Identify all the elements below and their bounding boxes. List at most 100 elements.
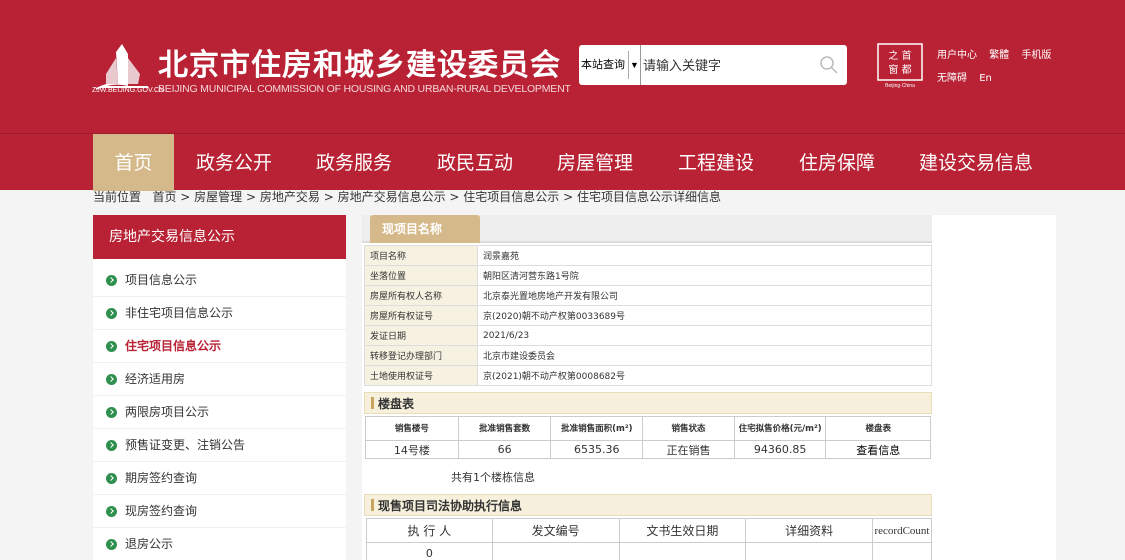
field-label: 房屋所有权人名称: [364, 285, 478, 306]
nav-item-housing-security[interactable]: 住房保障: [783, 134, 891, 191]
english-link[interactable]: En: [979, 73, 992, 84]
nav-item-government-affairs[interactable]: 政务公开: [180, 134, 288, 191]
column-header: 发文编号: [491, 518, 620, 543]
view-info-cell: 查看信息: [825, 440, 931, 459]
table-cell: [491, 542, 620, 560]
sale-status: 正在销售: [642, 440, 735, 459]
search-scope-label: 本站查询: [581, 59, 625, 71]
sidebar-menu: 项目信息公示 非住宅项目信息公示 住宅项目信息公示 经济适用房 两限房项目公示 …: [93, 259, 346, 560]
arrow-circle-icon: [106, 308, 117, 319]
nav-item-home[interactable]: 首页: [93, 134, 174, 191]
field-label: 转移登记办理部门: [364, 345, 478, 366]
table-row: 发证日期 2021/6/23: [364, 325, 932, 346]
search-input[interactable]: [643, 55, 813, 75]
sidebar-item-label: 项目信息公示: [125, 273, 198, 287]
table-row: 项目名称 润景嘉苑: [364, 245, 932, 266]
column-header: 文书生效日期: [618, 518, 747, 543]
breadcrumb-prefix: 当前位置: [93, 190, 142, 204]
main-content: 现项目名称 项目名称 润景嘉苑 坐落位置 朝阳区清河营东路1号院 房屋所有权人名称北…: [362, 215, 1056, 560]
approved-units: 66: [457, 440, 552, 459]
capital-window-logo-icon[interactable]: 之 首 窗 都 Beijing·China: [877, 43, 923, 89]
planned-price: 94360.85: [733, 440, 827, 459]
column-header: recordCount: [872, 518, 932, 543]
arrow-circle-icon: [106, 407, 117, 418]
table-row: 坐落位置 朝阳区清河营东路1号院: [364, 265, 932, 286]
breadcrumb-link[interactable]: 房地产交易: [260, 190, 320, 204]
project-info-table: 项目名称 润景嘉苑 坐落位置 朝阳区清河营东路1号院 房屋所有权人名称 北京泰光置地房…: [364, 245, 932, 386]
sidebar-item-label: 退房公示: [125, 537, 174, 551]
search-icon[interactable]: [819, 55, 839, 75]
column-header: 执 行 人: [366, 518, 493, 543]
approved-area: 6535.36: [550, 440, 644, 459]
breadcrumb: 当前位置 首页 > 房屋管理 > 房地产交易 > 房地产交易信息公示 > 住宅项…: [93, 190, 721, 204]
svg-text:Beijing·China: Beijing·China: [885, 83, 915, 89]
nav-item-housing-management[interactable]: 房屋管理: [541, 134, 649, 191]
breadcrumb-link[interactable]: 房屋管理: [194, 190, 242, 204]
table-row: 土地使用权证号 京(2021)朝不动产权第0008682号: [364, 365, 932, 386]
sidebar-item-price-limited[interactable]: 两限房项目公示: [93, 396, 346, 429]
main-nav: 首页 政务公开 政务服务 政民互动 房屋管理 工程建设 住房保障 建设交易信息: [0, 133, 1125, 191]
search-box: 本站查询 ▼: [579, 45, 847, 85]
site-header: ZJW.BEIJING.GOV.CN 北京市住房和城乡建设委员会 BEIJING…: [0, 0, 1125, 133]
sidebar-item-presale-change[interactable]: 预售证变更、注销公告: [93, 429, 346, 462]
building-count: 共有1个楼栋信息: [451, 471, 535, 484]
arrow-circle-icon: [106, 275, 117, 286]
arrow-circle-icon: [106, 539, 117, 550]
site-subtitle: BEIJING MUNICIPAL COMMISSION OF HOUSING …: [158, 83, 571, 95]
table-cell: [745, 542, 873, 560]
sidebar-item-label: 非住宅项目信息公示: [125, 306, 234, 320]
svg-text:窗 都: 窗 都: [888, 63, 911, 76]
sidebar-item-project-info[interactable]: 项目信息公示: [93, 264, 346, 297]
table-header-row: 销售楼号 批准销售套数 批准销售面积(m²) 销售状态 住宅拟售价格(元/m²)…: [365, 416, 931, 441]
building-list-heading: 楼盘表: [364, 392, 932, 414]
chevron-down-icon[interactable]: ▼: [628, 51, 640, 79]
traditional-chinese-link[interactable]: 繁體: [989, 50, 1009, 61]
field-value: 润景嘉苑: [477, 245, 932, 266]
field-value: 京(2021)朝不动产权第0008682号: [477, 365, 932, 386]
arrow-circle-icon: [106, 341, 117, 352]
sidebar-item-label: 预售证变更、注销公告: [125, 438, 246, 452]
table-row: 房屋所有权人名称 北京泰光置地房地产开发有限公司: [364, 285, 932, 306]
sidebar-item-presale-contract[interactable]: 期房签约查询: [93, 462, 346, 495]
view-info-link[interactable]: 查看信息: [856, 444, 900, 457]
sidebar-item-label: 现房签约查询: [125, 504, 198, 518]
search-scope-select[interactable]: 本站查询 ▼: [579, 45, 641, 85]
breadcrumb-link[interactable]: 房地产交易信息公示: [338, 190, 446, 204]
arrow-circle-icon: [106, 374, 117, 385]
building-number: 14号楼: [365, 440, 459, 459]
sidebar-item-sale-contract[interactable]: 现房签约查询: [93, 495, 346, 528]
sidebar-title: 房地产交易信息公示: [93, 215, 346, 259]
column-header: 楼盘表: [825, 416, 931, 441]
svg-text:之 首: 之 首: [888, 49, 911, 62]
accessibility-link[interactable]: 无障碍: [937, 73, 967, 84]
nav-item-construction[interactable]: 工程建设: [662, 134, 770, 191]
user-center-link[interactable]: 用户中心: [937, 50, 977, 61]
breadcrumb-link[interactable]: 住宅项目信息公示详细信息: [577, 190, 721, 204]
table-header-row: 执 行 人 发文编号 文书生效日期 详细资料 recordCount: [366, 518, 932, 543]
site-title[interactable]: 北京市住房和城乡建设委员会: [158, 40, 561, 84]
sidebar-item-label: 两限房项目公示: [125, 405, 210, 419]
breadcrumb-link[interactable]: 住宅项目信息公示: [463, 190, 559, 204]
mobile-version-link[interactable]: 手机版: [1021, 50, 1051, 61]
breadcrumb-link[interactable]: 首页: [152, 190, 176, 204]
field-label: 房屋所有权证号: [364, 305, 478, 326]
arrow-circle-icon: [106, 440, 117, 451]
sidebar-item-residential[interactable]: 住宅项目信息公示: [93, 330, 346, 363]
tab-project-name[interactable]: 现项目名称: [370, 215, 480, 243]
sidebar-item-label: 期房签约查询: [125, 471, 198, 485]
nav-item-interaction[interactable]: 政民互动: [421, 134, 529, 191]
column-header: 住宅拟售价格(元/m²): [733, 416, 827, 441]
sidebar-item-refund[interactable]: 退房公示: [93, 528, 346, 560]
judicial-table: 执 行 人 发文编号 文书生效日期 详细资料 recordCount 0: [366, 518, 932, 560]
nav-item-trade-info[interactable]: 建设交易信息: [903, 134, 1049, 191]
nav-item-government-services[interactable]: 政务服务: [300, 134, 408, 191]
field-value: 朝阳区清河营东路1号院: [477, 265, 932, 286]
sidebar-item-affordable-housing[interactable]: 经济适用房: [93, 363, 346, 396]
field-label: 坐落位置: [364, 265, 478, 286]
table-cell: 0: [366, 542, 493, 560]
field-value: 北京市建设委员会: [477, 345, 932, 366]
sidebar-item-non-residential[interactable]: 非住宅项目信息公示: [93, 297, 346, 330]
field-value: 北京泰光置地房地产开发有限公司: [477, 285, 932, 306]
field-value: 京(2020)朝不动产权第0033689号: [477, 305, 932, 326]
column-header: 批准销售面积(m²): [550, 416, 644, 441]
